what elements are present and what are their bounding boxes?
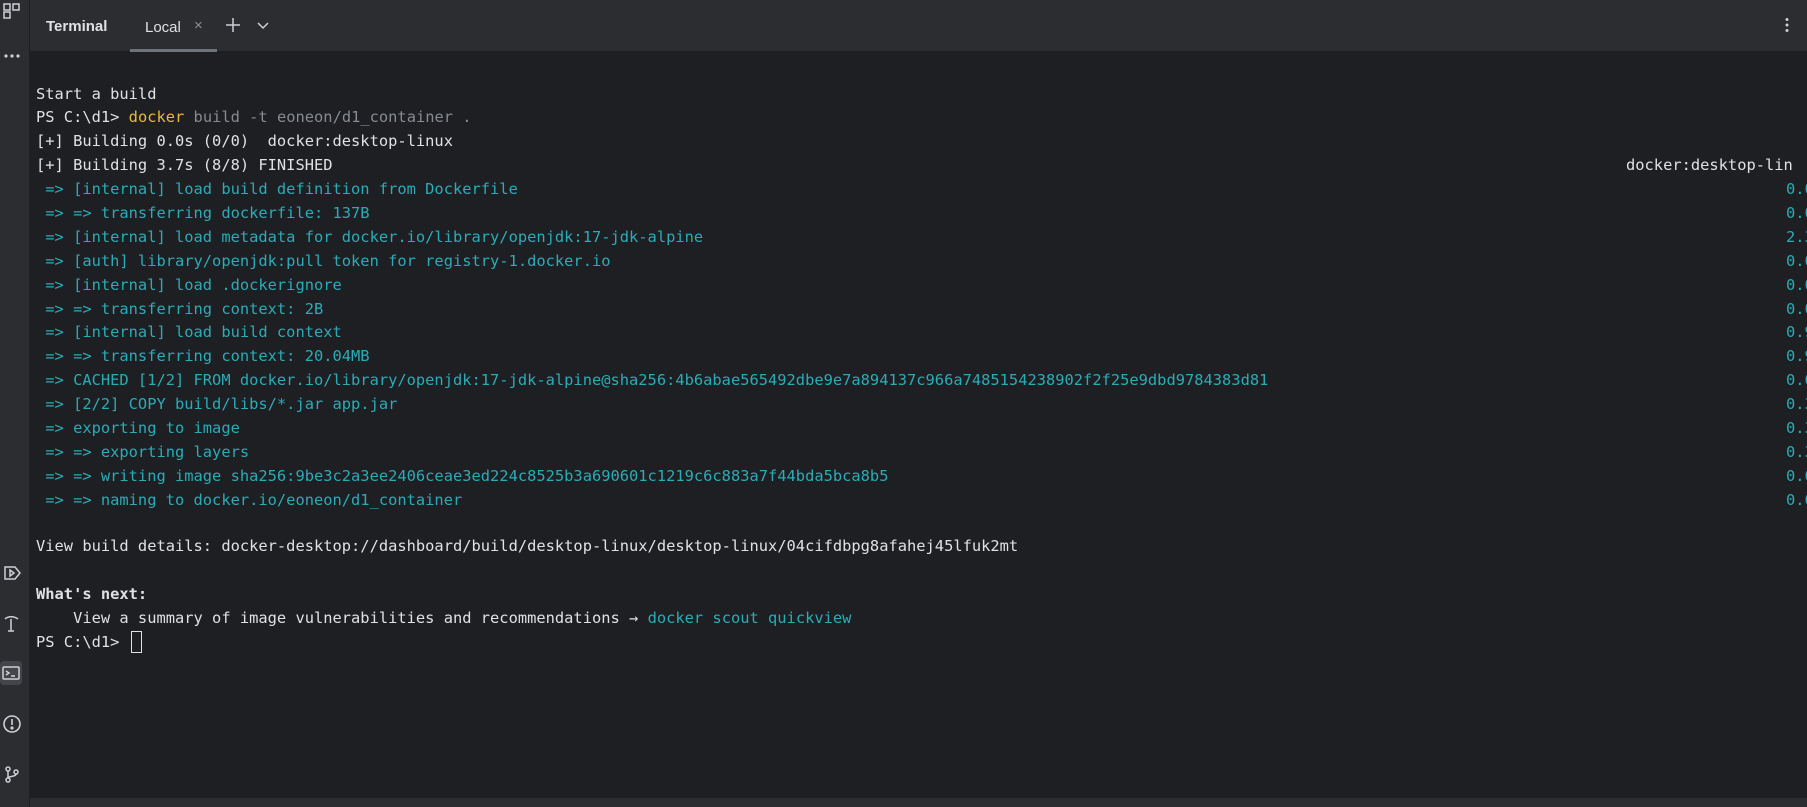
tab-active-indicator bbox=[130, 49, 217, 52]
terminal-line-right: docker:desktop-lin bbox=[1626, 156, 1793, 174]
build-step-line: => [internal] load build definition from… bbox=[36, 180, 518, 198]
terminal-output[interactable]: Start a build PS C:\d1> docker build -t … bbox=[30, 53, 1807, 798]
build-step-time: 0.3 bbox=[1786, 395, 1807, 413]
build-step-time: 0.0 bbox=[1786, 467, 1807, 485]
build-step-line: => [auth] library/openjdk:pull token for… bbox=[36, 252, 611, 270]
build-step-line: => => transferring context: 20.04MB bbox=[36, 347, 370, 365]
build-step-line: => [internal] load metadata for docker.i… bbox=[36, 228, 704, 246]
build-step-line: => => transferring context: 2B bbox=[36, 300, 324, 318]
more-horizontal-icon[interactable] bbox=[0, 44, 24, 68]
summary-command-link[interactable]: docker scout quickview bbox=[648, 609, 852, 627]
left-tool-strip bbox=[0, 0, 30, 807]
build-step-line: => CACHED [1/2] FROM docker.io/library/o… bbox=[36, 371, 1269, 389]
more-vertical-icon[interactable] bbox=[1776, 14, 1798, 36]
build-step-line: => => naming to docker.io/eoneon/d1_cont… bbox=[36, 491, 463, 509]
chevron-down-icon[interactable] bbox=[252, 14, 274, 36]
structure-icon[interactable] bbox=[0, 0, 24, 22]
new-tab-icon[interactable] bbox=[222, 14, 244, 36]
build-step-time: 0.0 bbox=[1786, 371, 1807, 389]
build-step-time: 0.0 bbox=[1786, 276, 1807, 294]
build-step-time: 0.0 bbox=[1786, 300, 1807, 318]
command-flag: -t bbox=[249, 108, 268, 126]
command-arg: build bbox=[184, 108, 250, 126]
terminal-line: What's next: bbox=[36, 585, 148, 603]
build-step-time: 0.0 bbox=[1786, 204, 1807, 222]
terminal-line: View a summary of image vulnerabilities … bbox=[36, 607, 851, 629]
build-step-time: 0.0 bbox=[1786, 180, 1807, 198]
command-arg: eoneon/d1_container . bbox=[267, 108, 472, 126]
terminal-header: Terminal Local × bbox=[30, 0, 1807, 52]
prompt-line[interactable]: PS C:\d1> bbox=[36, 631, 142, 653]
build-step-line: => => writing image sha256:9be3c2a3ee240… bbox=[36, 467, 889, 485]
build-step-line: => [internal] load .dockerignore bbox=[36, 276, 342, 294]
terminal-line: Start a build bbox=[36, 85, 157, 103]
panel-title: Terminal bbox=[46, 18, 108, 35]
terminal-line: View build details: docker-desktop://das… bbox=[36, 537, 1019, 555]
build-step-time: 0.0 bbox=[1786, 491, 1807, 509]
build-step-time: 0.0 bbox=[1786, 252, 1807, 270]
build-icon[interactable] bbox=[0, 611, 24, 635]
build-step-time: 0.9 bbox=[1786, 323, 1807, 341]
summary-text: View a summary of image vulnerabilities … bbox=[36, 609, 648, 627]
git-icon[interactable] bbox=[0, 762, 24, 786]
close-icon[interactable]: × bbox=[194, 17, 203, 34]
tab-local[interactable]: Local × bbox=[130, 0, 217, 52]
build-step-time: 2.3 bbox=[1786, 228, 1807, 246]
build-step-time: 0.9 bbox=[1786, 347, 1807, 365]
prompt: PS C:\d1> bbox=[36, 633, 129, 651]
build-step-time: 0.3 bbox=[1786, 443, 1807, 461]
build-step-line: => exporting to image bbox=[36, 419, 240, 437]
terminal-line: [+] Building 0.0s (0/0) docker:desktop-l… bbox=[36, 132, 453, 150]
problems-icon[interactable] bbox=[0, 712, 24, 736]
build-step-line: => [internal] load build context bbox=[36, 323, 342, 341]
terminal-line: [+] Building 3.7s (8/8) FINISHED bbox=[36, 156, 333, 174]
build-step-line: => => exporting layers bbox=[36, 443, 250, 461]
bottom-edge bbox=[30, 798, 1807, 807]
build-step-time: 0.3 bbox=[1786, 419, 1807, 437]
prompt: PS C:\d1> bbox=[36, 108, 129, 126]
terminal-icon[interactable] bbox=[0, 661, 22, 685]
run-icon[interactable] bbox=[0, 561, 24, 585]
command-name: docker bbox=[128, 108, 185, 126]
build-step-line: => [2/2] COPY build/libs/*.jar app.jar bbox=[36, 395, 398, 413]
text-cursor bbox=[130, 631, 142, 653]
tab-label: Local bbox=[145, 19, 181, 36]
command-line: PS C:\d1> docker build -t eoneon/d1_cont… bbox=[36, 106, 472, 128]
build-step-line: => => transferring dockerfile: 137B bbox=[36, 204, 370, 222]
